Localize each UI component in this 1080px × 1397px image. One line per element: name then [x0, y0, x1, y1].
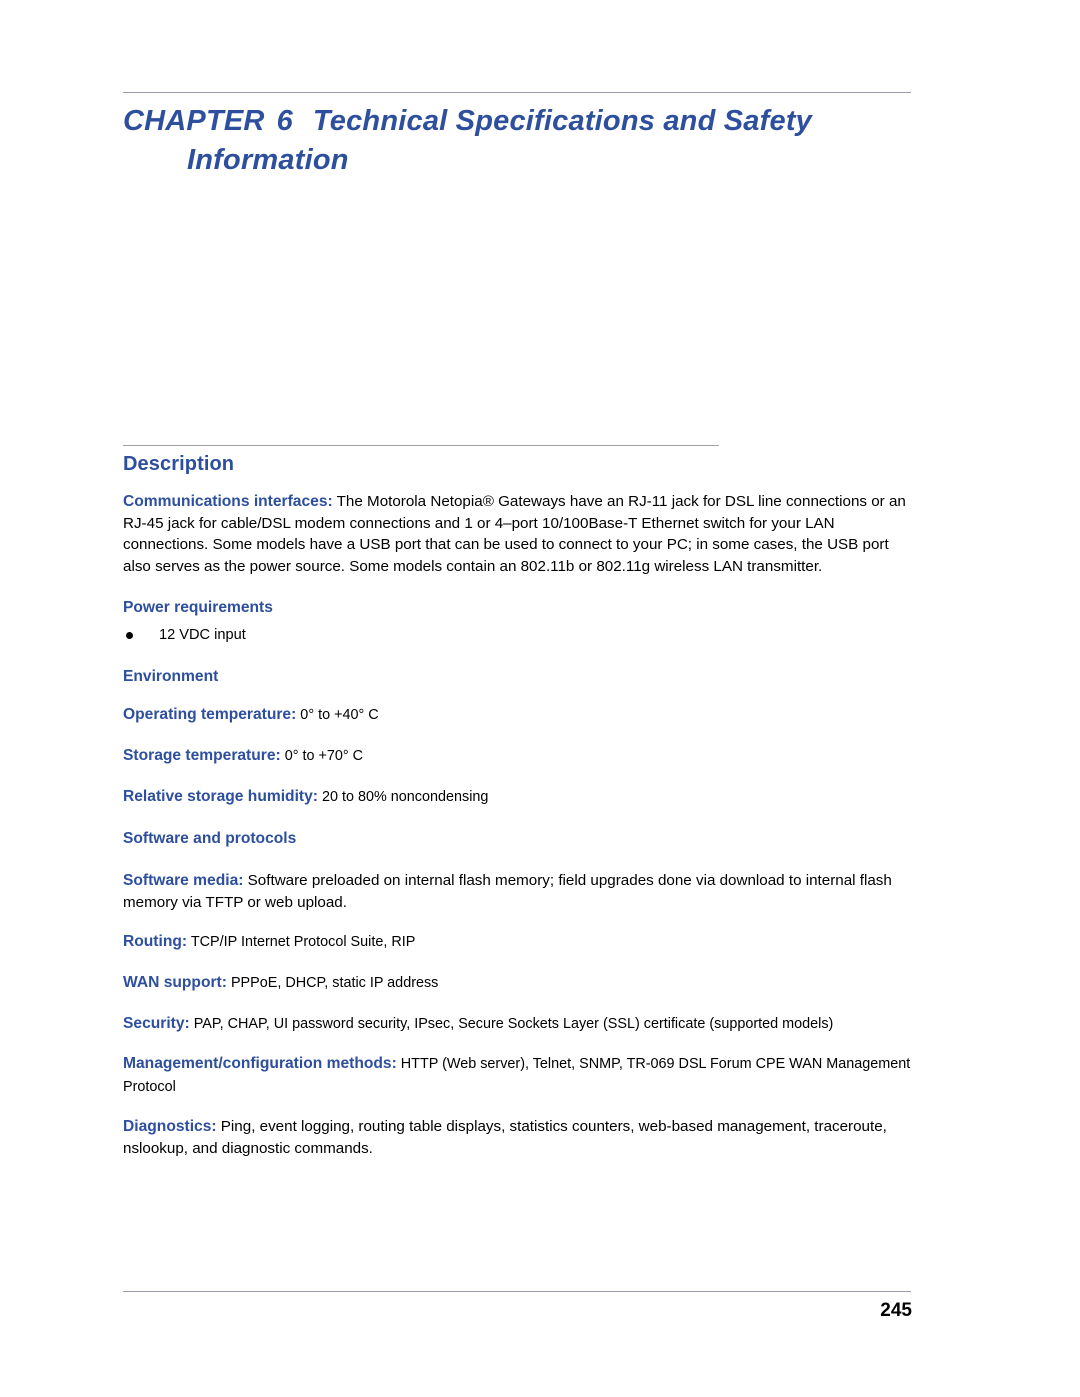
communications-interfaces-label: Communications interfaces:	[123, 493, 333, 510]
section-divider	[123, 445, 719, 446]
chapter-label: CHAPTER	[123, 105, 265, 137]
storage-temperature-value: 0° to +70° C	[280, 747, 364, 764]
subheading-power-requirements: Power requirements	[123, 599, 273, 617]
page-number: 245	[880, 1300, 912, 1321]
document-page: CHAPTER 6 Technical Specifications and Saf…	[0, 0, 1080, 1397]
chapter-number: 6	[276, 105, 293, 137]
paragraph-wan-support: WAN support: PPPoE, DHCP, static IP addr…	[123, 972, 918, 995]
list-item: 12 VDC input	[123, 625, 918, 646]
paragraph-relative-humidity: Relative storage humidity: 20 to 80% non…	[123, 786, 918, 809]
wan-support-label: WAN support:	[123, 973, 227, 991]
bullet-icon	[126, 632, 133, 640]
chapter-heading: CHAPTER 6 Technical Specifications and Saf…	[123, 103, 923, 179]
power-requirement-item: 12 VDC input	[159, 627, 246, 644]
relative-humidity-label: Relative storage humidity:	[123, 787, 318, 805]
power-requirements-list: 12 VDC input	[123, 625, 918, 646]
relative-humidity-value: 20 to 80% noncondensing	[317, 788, 489, 805]
operating-temperature-label: Operating temperature:	[123, 706, 297, 724]
paragraph-management-methods: Management/configuration methods: HTTP (…	[123, 1053, 918, 1098]
section-heading-description: Description	[123, 453, 235, 475]
management-methods-label: Management/configuration methods:	[123, 1055, 397, 1073]
footer-divider	[123, 1291, 911, 1292]
paragraph-routing: Routing: TCP/IP Internet Protocol Suite,…	[123, 931, 918, 954]
routing-label: Routing:	[123, 933, 188, 951]
operating-temperature-value: 0° to +40° C	[296, 707, 379, 724]
security-label: Security:	[123, 1014, 190, 1032]
routing-value: TCP/IP Internet Protocol Suite, RIP	[187, 934, 416, 951]
paragraph-storage-temperature: Storage temperature: 0° to +70° C	[123, 745, 918, 768]
header-divider	[123, 92, 911, 93]
subheading-environment: Environment	[123, 668, 219, 686]
wan-support-value: PPPoE, DHCP, static IP address	[226, 974, 439, 991]
chapter-title-line2: Information	[187, 144, 349, 176]
chapter-title-line1: Technical Specifications and Safety	[312, 105, 813, 137]
subheading-software-and-protocols: Software and protocols	[123, 830, 297, 848]
paragraph-diagnostics: Diagnostics: Ping, event logging, routin…	[123, 1116, 918, 1159]
diagnostics-label: Diagnostics:	[123, 1118, 217, 1136]
diagnostics-value: Ping, event logging, routing table displ…	[123, 1118, 887, 1157]
paragraph-communications-interfaces: Communications interfaces: The Motorola …	[123, 491, 918, 577]
paragraph-operating-temperature: Operating temperature: 0° to +40° C	[123, 704, 918, 727]
software-media-label: Software media:	[123, 872, 244, 890]
security-value: PAP, CHAP, UI password security, IPsec, …	[189, 1015, 834, 1032]
storage-temperature-label: Storage temperature:	[123, 746, 281, 764]
paragraph-software-media: Software media: Software preloaded on in…	[123, 870, 918, 913]
paragraph-security: Security: PAP, CHAP, UI password securit…	[123, 1013, 918, 1036]
document-body: Communications interfaces: The Motorola …	[123, 491, 918, 1160]
